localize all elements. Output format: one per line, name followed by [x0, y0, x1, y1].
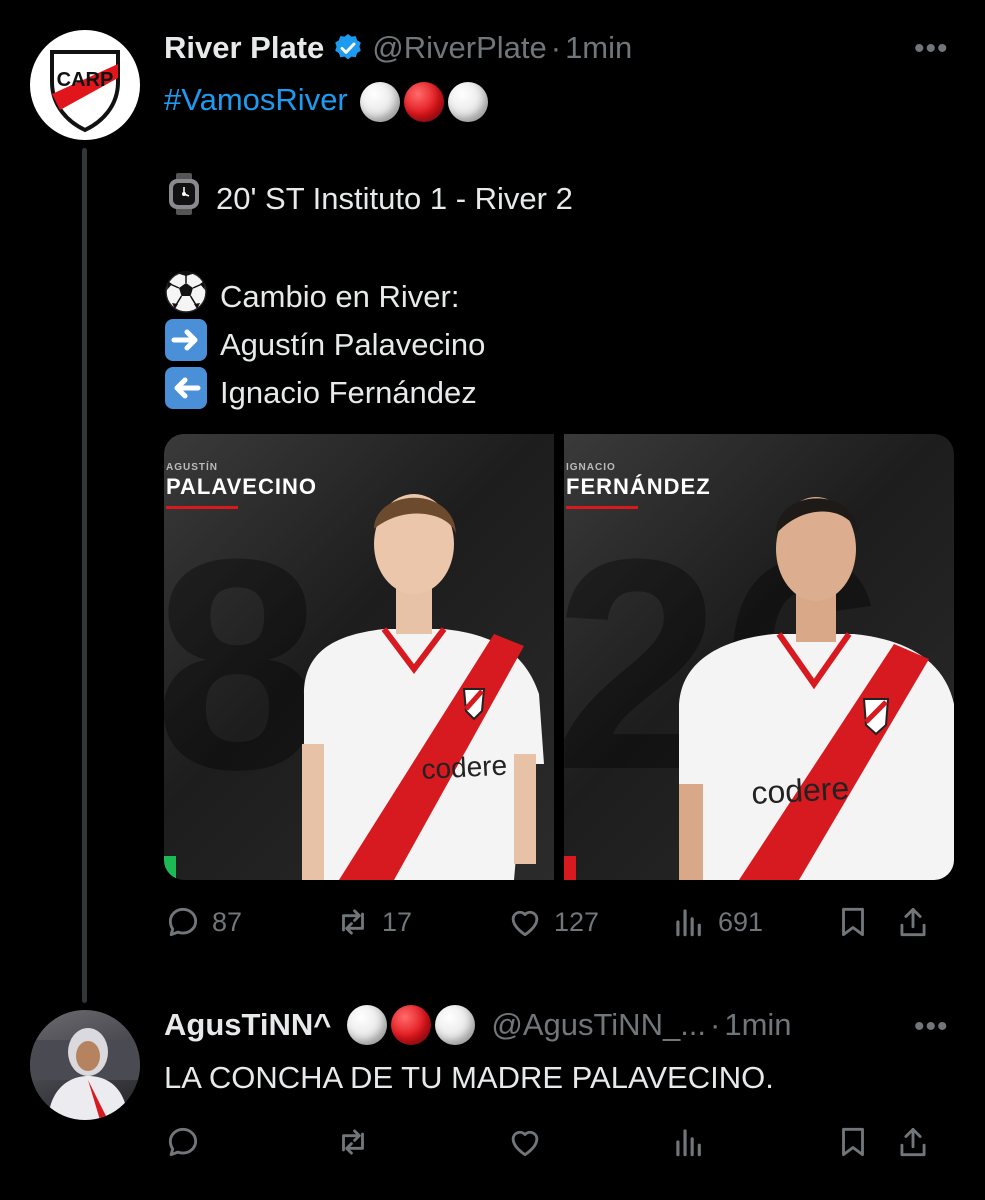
hashtag-link[interactable]: #VamosRiver: [164, 82, 348, 117]
timestamp[interactable]: 1min: [565, 30, 632, 66]
verified-badge-icon: [332, 32, 364, 64]
reply-name-emojis: [343, 1005, 476, 1045]
player-figure-icon: codere: [302, 494, 544, 880]
bookmark-button[interactable]: [834, 903, 894, 941]
share-button[interactable]: [894, 1123, 934, 1161]
retweet-icon: [342, 1129, 364, 1155]
watch-icon: [164, 172, 204, 230]
score-text: 20' ST Instituto 1 - River 2: [216, 181, 573, 217]
reply-icon: [168, 1127, 198, 1157]
svg-text:CARP: CARP: [57, 69, 114, 91]
views-icon: [676, 909, 701, 937]
more-options-icon[interactable]: •••: [914, 32, 949, 66]
like-button[interactable]: [506, 1123, 670, 1161]
white-circle-icon: [435, 1005, 476, 1045]
retweet-icon: [342, 909, 364, 935]
author-handle[interactable]: @RiverPlate: [372, 30, 546, 66]
player-figure-icon: codere: [679, 497, 954, 880]
retweet-button[interactable]: 17: [334, 903, 506, 941]
white-circle-icon: [448, 81, 489, 122]
separator-dot: ·: [710, 1007, 721, 1042]
views-button[interactable]: 691: [670, 903, 834, 941]
red-circle-icon: [404, 81, 445, 122]
person-silhouette-icon: [30, 1028, 140, 1120]
bookmark-button[interactable]: [834, 1123, 894, 1161]
media-photo-palavecino[interactable]: 8 AGUSTÍN PALAVECINO codere: [164, 434, 554, 880]
bookmark-icon: [842, 1127, 864, 1157]
white-circle-icon: [360, 81, 401, 122]
retweet-count: 17: [382, 906, 413, 937]
svg-text:codere: codere: [750, 770, 850, 811]
score-line: 20' ST Instituto 1 - River 2: [164, 172, 573, 230]
author-name[interactable]: River Plate: [164, 30, 324, 66]
share-icon: [900, 1127, 926, 1157]
change-title-text: Cambio en River:: [220, 279, 460, 315]
views-count: 691: [718, 906, 764, 937]
reply-header: AgusTiNN^ @AgusTiNN_... · 1min: [164, 1003, 792, 1047]
reply-button[interactable]: [164, 1123, 334, 1161]
retweet-button[interactable]: [334, 1123, 506, 1161]
reply-count: 87: [212, 906, 243, 937]
corner-accent: [164, 856, 176, 880]
share-icon: [900, 907, 926, 937]
white-circle-icon: [347, 1005, 388, 1045]
media-gallery: 8 AGUSTÍN PALAVECINO codere 26 IGNACIO F…: [164, 434, 954, 880]
player-out-text: Ignacio Fernández: [220, 375, 477, 411]
tweet-action-bar: 87 17 127 691: [164, 902, 954, 942]
separator-dot: ·: [550, 30, 562, 65]
reply-timestamp[interactable]: 1min: [724, 1007, 791, 1043]
reply-more-options-icon[interactable]: •••: [914, 1010, 949, 1044]
player-out-line: Ignacio Fernández: [164, 366, 477, 424]
thread-connector-line: [82, 148, 87, 1003]
tweet-header: River Plate @RiverPlate · 1min: [164, 26, 632, 70]
reply-action-bar: [164, 1122, 954, 1162]
like-button[interactable]: 127: [506, 903, 670, 941]
media-photo-fernandez[interactable]: 26 IGNACIO FERNÁNDEZ codere: [564, 434, 954, 880]
like-icon: [511, 1130, 539, 1157]
like-count: 127: [554, 906, 600, 937]
views-icon: [676, 1129, 701, 1157]
arrow-left-icon: [164, 366, 208, 424]
reply-text: LA CONCHA DE TU MADRE PALAVECINO.: [164, 1060, 774, 1095]
share-button[interactable]: [894, 903, 934, 941]
player-in-text: Agustín Palavecino: [220, 327, 486, 363]
like-icon: [511, 910, 539, 937]
corner-accent: [564, 856, 576, 880]
reply-button[interactable]: 87: [164, 903, 334, 941]
svg-text:codere: codere: [421, 750, 508, 785]
red-circle-icon: [391, 1005, 432, 1045]
reply-author-avatar[interactable]: [30, 1010, 140, 1120]
bookmark-icon: [842, 907, 864, 937]
reply-author-name[interactable]: AgusTiNN^: [164, 1007, 331, 1043]
river-plate-crest-icon: CARP: [50, 50, 120, 133]
views-button[interactable]: [670, 1123, 834, 1161]
hashtag-line: #VamosRiver: [164, 76, 489, 124]
river-plate-avatar[interactable]: CARP: [30, 30, 140, 140]
reply-author-handle[interactable]: @AgusTiNN_...: [491, 1007, 706, 1043]
reply-icon: [168, 907, 198, 937]
